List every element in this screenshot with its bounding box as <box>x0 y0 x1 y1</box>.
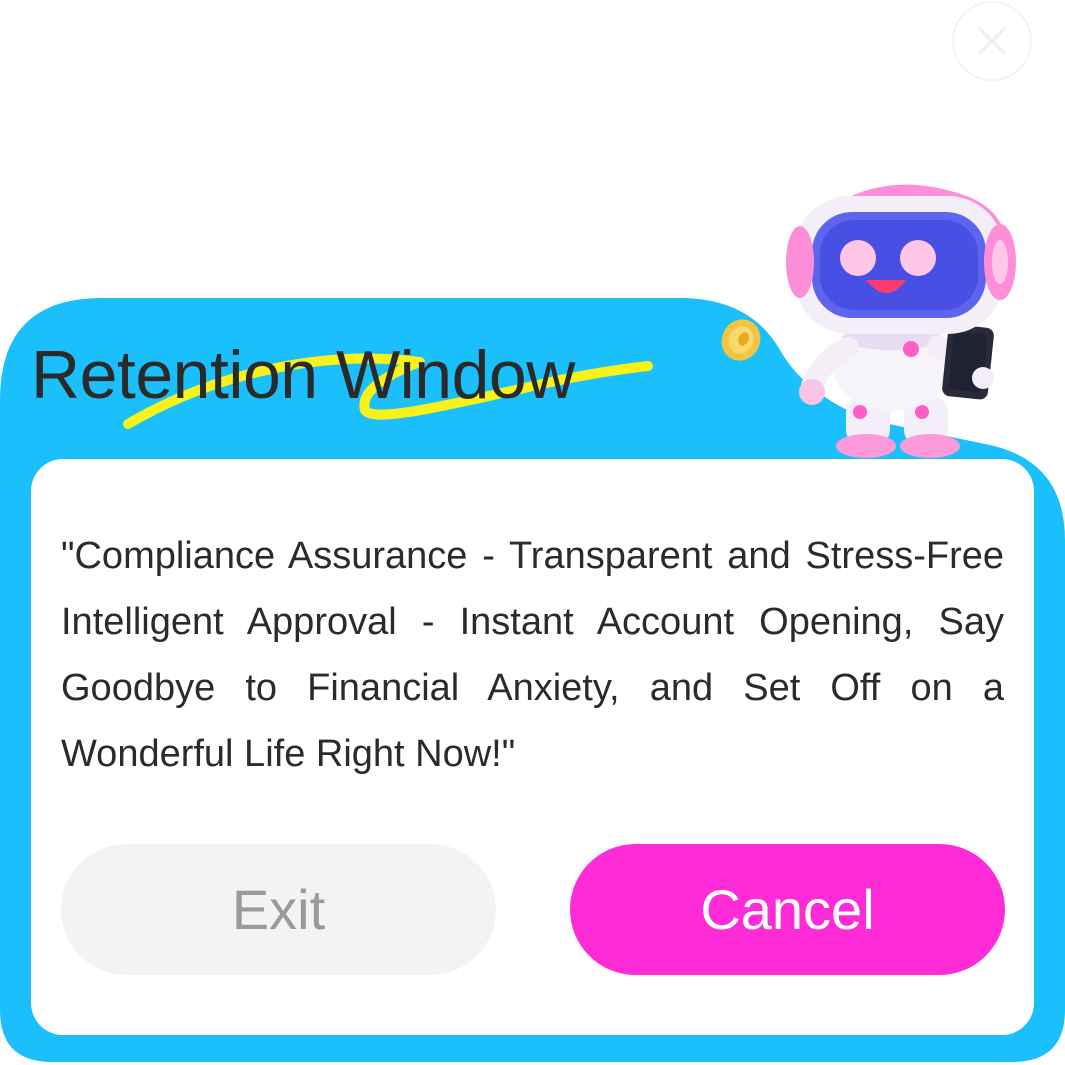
retention-dialog: Retention Window "Compliance Assurance -… <box>0 0 1065 1065</box>
exit-button[interactable]: Exit <box>61 844 496 975</box>
cancel-button[interactable]: Cancel <box>570 844 1005 975</box>
dialog-message: "Compliance Assurance - Transparent and … <box>61 535 1004 775</box>
dialog-card: "Compliance Assurance - Transparent and … <box>31 459 1034 1035</box>
